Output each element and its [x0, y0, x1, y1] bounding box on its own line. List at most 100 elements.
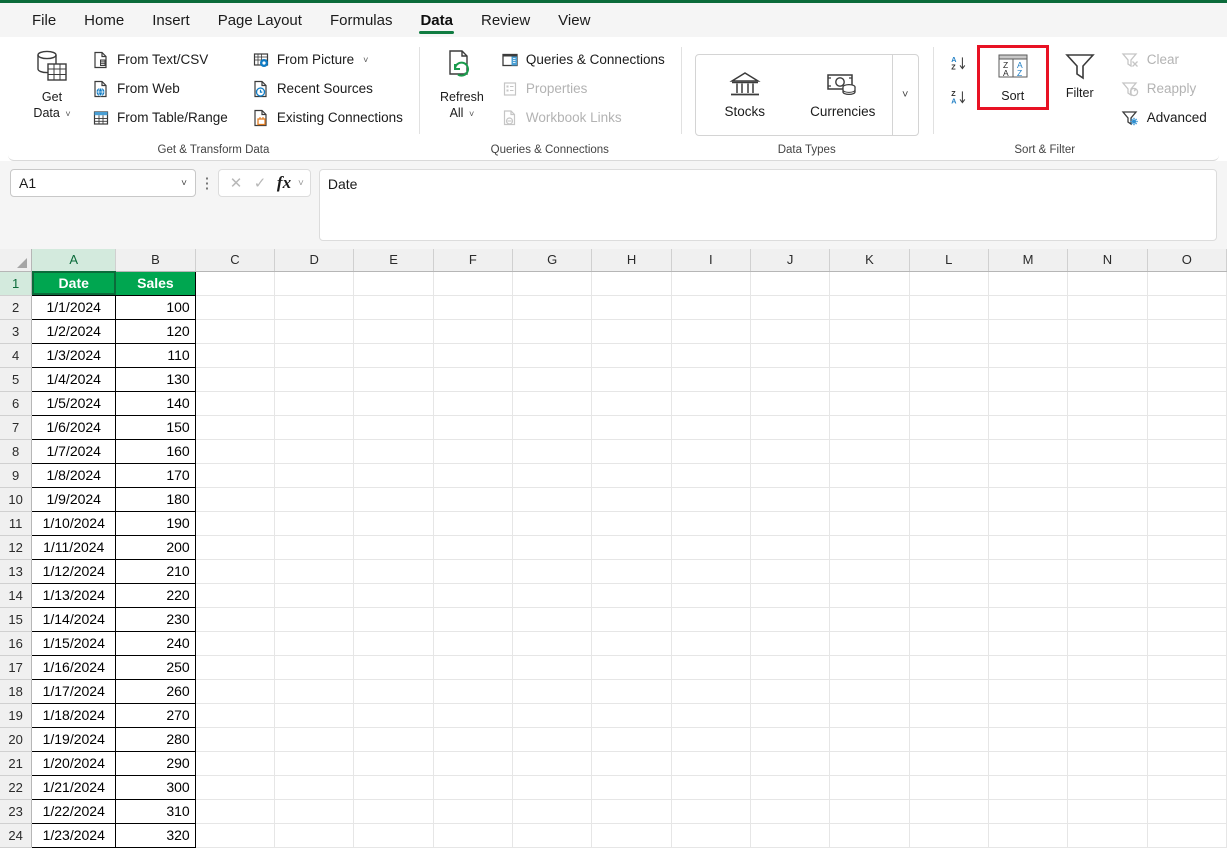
cell-C1[interactable] — [195, 271, 276, 296]
row-header-1[interactable]: 1 — [0, 271, 33, 296]
row-header-18[interactable]: 18 — [0, 679, 33, 704]
cell-K11[interactable] — [829, 511, 910, 536]
cell-F2[interactable] — [433, 295, 514, 320]
cell-A3[interactable]: 1/2/2024 — [31, 318, 117, 344]
sort-z-to-a-button[interactable]: Z A — [947, 87, 973, 107]
cell-A10[interactable]: 1/9/2024 — [31, 486, 117, 512]
cell-I3[interactable] — [671, 319, 751, 344]
cell-N20[interactable] — [1067, 727, 1148, 752]
cell-C18[interactable] — [195, 679, 276, 704]
cell-B19[interactable]: 270 — [115, 702, 196, 728]
cell-K14[interactable] — [829, 583, 910, 608]
cell-B6[interactable]: 140 — [115, 390, 196, 416]
cell-L15[interactable] — [909, 607, 989, 632]
cell-F10[interactable] — [433, 487, 514, 512]
cell-I11[interactable] — [671, 511, 751, 536]
cell-F22[interactable] — [433, 775, 514, 800]
cell-F9[interactable] — [433, 463, 514, 488]
cell-J1[interactable] — [750, 271, 831, 296]
recent-sources-button[interactable]: Recent Sources — [246, 75, 409, 102]
cell-D8[interactable] — [274, 439, 355, 464]
cell-F4[interactable] — [433, 343, 514, 368]
cell-C8[interactable] — [195, 439, 276, 464]
cell-B4[interactable]: 110 — [115, 342, 196, 368]
cell-I7[interactable] — [671, 415, 751, 440]
cancel-entry-button[interactable]: ✕ — [225, 172, 247, 194]
cell-L9[interactable] — [909, 463, 989, 488]
cell-E23[interactable] — [353, 799, 434, 824]
cell-N23[interactable] — [1067, 799, 1148, 824]
cell-I20[interactable] — [671, 727, 751, 752]
cell-A22[interactable]: 1/21/2024 — [31, 774, 117, 800]
cell-H4[interactable] — [591, 343, 672, 368]
cell-M13[interactable] — [988, 559, 1069, 584]
cell-F19[interactable] — [433, 703, 514, 728]
from-table-range-button[interactable]: From Table/Range — [86, 104, 234, 131]
cell-H9[interactable] — [591, 463, 672, 488]
cell-A2[interactable]: 1/1/2024 — [31, 294, 117, 320]
cell-C2[interactable] — [195, 295, 276, 320]
cell-B24[interactable]: 320 — [115, 822, 196, 848]
cell-G14[interactable] — [512, 583, 593, 608]
row-header-24[interactable]: 24 — [0, 823, 33, 848]
cell-A14[interactable]: 1/13/2024 — [31, 582, 117, 608]
cell-B16[interactable]: 240 — [115, 630, 196, 656]
cell-K17[interactable] — [829, 655, 910, 680]
column-header-H[interactable]: H — [591, 249, 672, 272]
row-header-15[interactable]: 15 — [0, 607, 33, 632]
cell-N24[interactable] — [1067, 823, 1148, 848]
stocks-data-type-button[interactable]: Stocks — [696, 55, 794, 135]
cell-G21[interactable] — [512, 751, 593, 776]
cell-J20[interactable] — [750, 727, 831, 752]
cell-F5[interactable] — [433, 367, 514, 392]
cell-N19[interactable] — [1067, 703, 1148, 728]
cell-F1[interactable] — [433, 271, 514, 296]
cell-A11[interactable]: 1/10/2024 — [31, 510, 117, 536]
cell-E22[interactable] — [353, 775, 434, 800]
cell-H5[interactable] — [591, 367, 672, 392]
cell-E9[interactable] — [353, 463, 434, 488]
cell-G15[interactable] — [512, 607, 593, 632]
cell-L22[interactable] — [909, 775, 989, 800]
cell-B22[interactable]: 300 — [115, 774, 196, 800]
column-header-D[interactable]: D — [274, 249, 355, 272]
column-header-M[interactable]: M — [988, 249, 1069, 272]
cell-N11[interactable] — [1067, 511, 1148, 536]
cell-O19[interactable] — [1147, 703, 1227, 728]
row-header-3[interactable]: 3 — [0, 319, 33, 344]
cell-A23[interactable]: 1/22/2024 — [31, 798, 117, 824]
column-header-C[interactable]: C — [195, 249, 276, 272]
cell-I9[interactable] — [671, 463, 751, 488]
cell-F17[interactable] — [433, 655, 514, 680]
cell-C22[interactable] — [195, 775, 276, 800]
cell-K6[interactable] — [829, 391, 910, 416]
row-header-2[interactable]: 2 — [0, 295, 33, 320]
cell-J15[interactable] — [750, 607, 831, 632]
cell-A5[interactable]: 1/4/2024 — [31, 366, 117, 392]
row-header-8[interactable]: 8 — [0, 439, 33, 464]
cell-L11[interactable] — [909, 511, 989, 536]
cell-J16[interactable] — [750, 631, 831, 656]
data-types-more-button[interactable]: ˅ — [891, 54, 918, 135]
row-header-9[interactable]: 9 — [0, 463, 33, 488]
cell-I17[interactable] — [671, 655, 751, 680]
cell-B12[interactable]: 200 — [115, 534, 196, 560]
cell-J13[interactable] — [750, 559, 831, 584]
advanced-filter-button[interactable]: Advanced — [1115, 104, 1213, 131]
cell-G3[interactable] — [512, 319, 593, 344]
cell-D22[interactable] — [274, 775, 355, 800]
cell-C24[interactable] — [195, 823, 276, 848]
cell-H21[interactable] — [591, 751, 672, 776]
cell-D3[interactable] — [274, 319, 355, 344]
cell-L16[interactable] — [909, 631, 989, 656]
cell-J3[interactable] — [750, 319, 831, 344]
cell-B2[interactable]: 100 — [115, 294, 196, 320]
cell-O13[interactable] — [1147, 559, 1227, 584]
cell-M19[interactable] — [988, 703, 1069, 728]
cell-I14[interactable] — [671, 583, 751, 608]
cell-E13[interactable] — [353, 559, 434, 584]
cell-O14[interactable] — [1147, 583, 1227, 608]
cell-A4[interactable]: 1/3/2024 — [31, 342, 117, 368]
cell-K2[interactable] — [829, 295, 910, 320]
row-header-19[interactable]: 19 — [0, 703, 33, 728]
